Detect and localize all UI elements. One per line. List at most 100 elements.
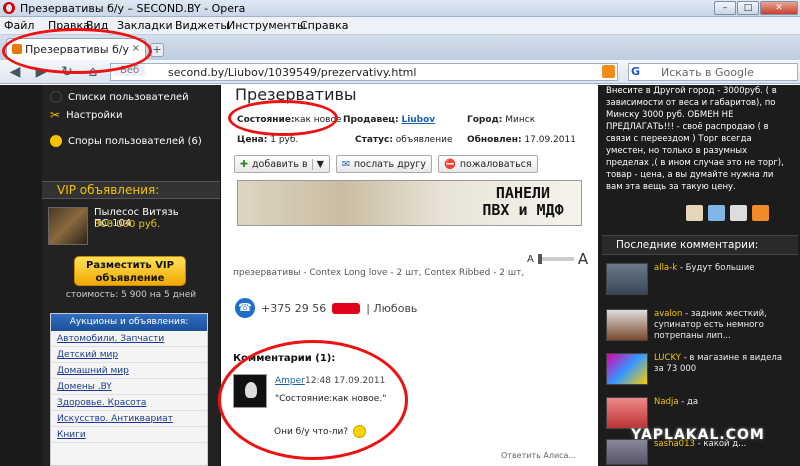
category-link[interactable]: Книги: [51, 427, 207, 443]
listing-description: презервативы - Contex Long love - 2 шт, …: [233, 268, 525, 278]
comment-time: 12:48 17.09.2011: [305, 376, 386, 386]
seller-link[interactable]: Liubov: [401, 115, 435, 125]
comments-header: Комментарии (1):: [233, 353, 336, 364]
comment-text: Они б/у что-ли?: [274, 425, 367, 438]
updated-label: Обновлен:: [467, 135, 522, 145]
place-vip-button[interactable]: Разместить VIP объявление: [74, 256, 186, 286]
sidebar-link-disputes[interactable]: Споры пользователей (6): [50, 135, 202, 147]
tab-active[interactable]: Презервативы б/у – S... ×: [6, 38, 146, 60]
last-comment-text: avalon - задник жесткий, супинатор есть …: [654, 309, 794, 342]
mail-icon[interactable]: [730, 205, 747, 221]
opera-logo-icon: [3, 2, 15, 14]
last-comment-author[interactable]: alla-k: [654, 263, 677, 273]
minimize-icon[interactable]: –: [714, 1, 736, 15]
envelope-icon: ✉: [341, 158, 350, 170]
add-to-button[interactable]: ✚ добавить в ▼: [234, 155, 330, 173]
comment-thumbnail[interactable]: [606, 309, 648, 341]
tab-bar: Презервативы б/у – S... × +: [0, 35, 800, 60]
sidebar-link-label: Настройки: [66, 109, 123, 121]
city-value: Минск: [505, 115, 536, 125]
send-label: послать другу: [353, 158, 426, 170]
price-value: 1 руб.: [270, 135, 299, 145]
forward-icon[interactable]: ▶: [30, 63, 52, 81]
font-size-slider[interactable]: [537, 254, 574, 264]
tab-close-icon[interactable]: ×: [132, 43, 140, 54]
last-comment-item[interactable]: avalon - задник жесткий, супинатор есть …: [606, 307, 796, 343]
phone-icon: ☎: [235, 298, 255, 318]
city-label: Город:: [467, 115, 503, 125]
status-field: Статус: объявление: [355, 135, 453, 145]
last-comment-author[interactable]: LUCKY: [654, 353, 681, 363]
ad-banner[interactable]: ПАНЕЛИ ПВХ и МДФ: [237, 180, 582, 226]
price-label: Цена:: [237, 135, 268, 145]
reload-icon[interactable]: ↻: [56, 63, 78, 81]
menu-help[interactable]: Справка: [300, 19, 348, 32]
sidebar-link-settings[interactable]: ✂ Настройки: [50, 108, 123, 122]
maximize-icon[interactable]: □: [737, 1, 759, 15]
last-comment-item[interactable]: Nadja - да: [606, 395, 796, 431]
category-link[interactable]: Здоровье. Красота: [51, 395, 207, 411]
close-window-icon[interactable]: ✕: [760, 1, 798, 15]
rss-icon[interactable]: [602, 65, 615, 78]
comment-thumbnail[interactable]: [606, 353, 648, 385]
tab-label: Презервативы б/у – S...: [25, 43, 129, 56]
report-button[interactable]: ⛔ пожаловаться: [437, 155, 538, 173]
address-prefix: Веб: [114, 65, 146, 76]
menu-widgets[interactable]: Виджеты: [175, 19, 229, 32]
vip-item[interactable]: Пылесос Витязь ПС-104 300 000 руб.: [46, 205, 216, 249]
comment-body: Они б/у что-ли?: [274, 426, 349, 437]
comment-author[interactable]: Amper: [275, 376, 305, 386]
menu-edit[interactable]: Правка: [48, 19, 90, 32]
angry-face-icon: [50, 135, 62, 147]
last-comment-item[interactable]: LUCKY - в магазине я видела за 73 000: [606, 351, 796, 387]
auctions-panel: Аукционы и объявления: Автомобили. Запча…: [50, 313, 208, 466]
category-link[interactable]: Автомобили. Запчасти: [51, 331, 207, 347]
plus-icon: ✚: [240, 158, 248, 170]
font-big-label: A: [577, 250, 589, 268]
vip-item-price: 300 000 руб.: [94, 219, 161, 230]
smiley-icon: [353, 425, 367, 438]
address-toolbar: ◀ ▶ ↻ ⌂ Веб second.by/Liubov/1039549/pre…: [0, 60, 800, 84]
menu-file[interactable]: Файл: [4, 19, 34, 32]
updated-value: 17.09.2011: [524, 135, 576, 145]
new-tab-icon[interactable]: +: [150, 43, 164, 57]
report-icon: ⛔: [443, 158, 456, 170]
search-input[interactable]: G Искать в Google: [628, 63, 798, 81]
state-field: Состояние:как новое: [237, 115, 342, 125]
google-icon[interactable]: G: [631, 65, 645, 79]
list-icon: [50, 91, 62, 103]
comment-thumbnail[interactable]: [606, 397, 648, 429]
last-comment-item[interactable]: alla-k - Будут большие: [606, 261, 796, 297]
avatar[interactable]: [233, 374, 267, 408]
sidebar-link-user-lists[interactable]: Списки пользователей: [50, 91, 189, 103]
user-icon[interactable]: [686, 205, 703, 221]
last-comments-header: Последние комментарии:: [602, 235, 798, 255]
info-icon[interactable]: [708, 205, 725, 221]
menu-bookmarks[interactable]: Закладки: [117, 19, 173, 32]
vip-item-thumbnail[interactable]: [48, 207, 88, 245]
last-comment-body: - да: [681, 397, 699, 407]
category-link[interactable]: Искусство. Антиквариат: [51, 411, 207, 427]
send-to-friend-button[interactable]: ✉ послать другу: [335, 155, 432, 173]
font-size-control[interactable]: A A: [527, 250, 588, 268]
last-comment-text: LUCKY - в магазине я видела за 73 000: [654, 353, 794, 375]
address-url: second.by/Liubov/1039549/prezervativy.ht…: [168, 66, 417, 79]
category-link[interactable]: Домашний мир: [51, 363, 207, 379]
comment-thumbnail[interactable]: [606, 263, 648, 295]
menu-tools[interactable]: Инструменты: [227, 19, 306, 32]
address-input[interactable]: Веб second.by/Liubov/1039549/prezervativ…: [110, 63, 618, 81]
last-comment-author[interactable]: avalon: [654, 309, 682, 319]
home-icon[interactable]: ⌂: [82, 63, 104, 81]
right-sidebar: Внесите в Другой город - 3000руб. ( в за…: [598, 85, 800, 466]
chevron-down-icon[interactable]: ▼: [311, 158, 324, 170]
chat-icon[interactable]: [752, 205, 769, 221]
menu-view[interactable]: Вид: [86, 19, 108, 32]
back-icon[interactable]: ◀: [4, 63, 26, 81]
last-comment-author[interactable]: Nadja: [654, 397, 679, 407]
vip-cost: стоимость: 5 900 на 5 дней: [65, 290, 197, 300]
seller-field: Продавец: Liubov: [343, 115, 435, 125]
seller-notes: Внесите в Другой город - 3000руб. ( в за…: [606, 86, 784, 192]
category-link[interactable]: Домены .BY: [51, 379, 207, 395]
page-viewport: Списки пользователей ✂ Настройки Споры п…: [0, 85, 800, 466]
category-link[interactable]: Детский мир: [51, 347, 207, 363]
